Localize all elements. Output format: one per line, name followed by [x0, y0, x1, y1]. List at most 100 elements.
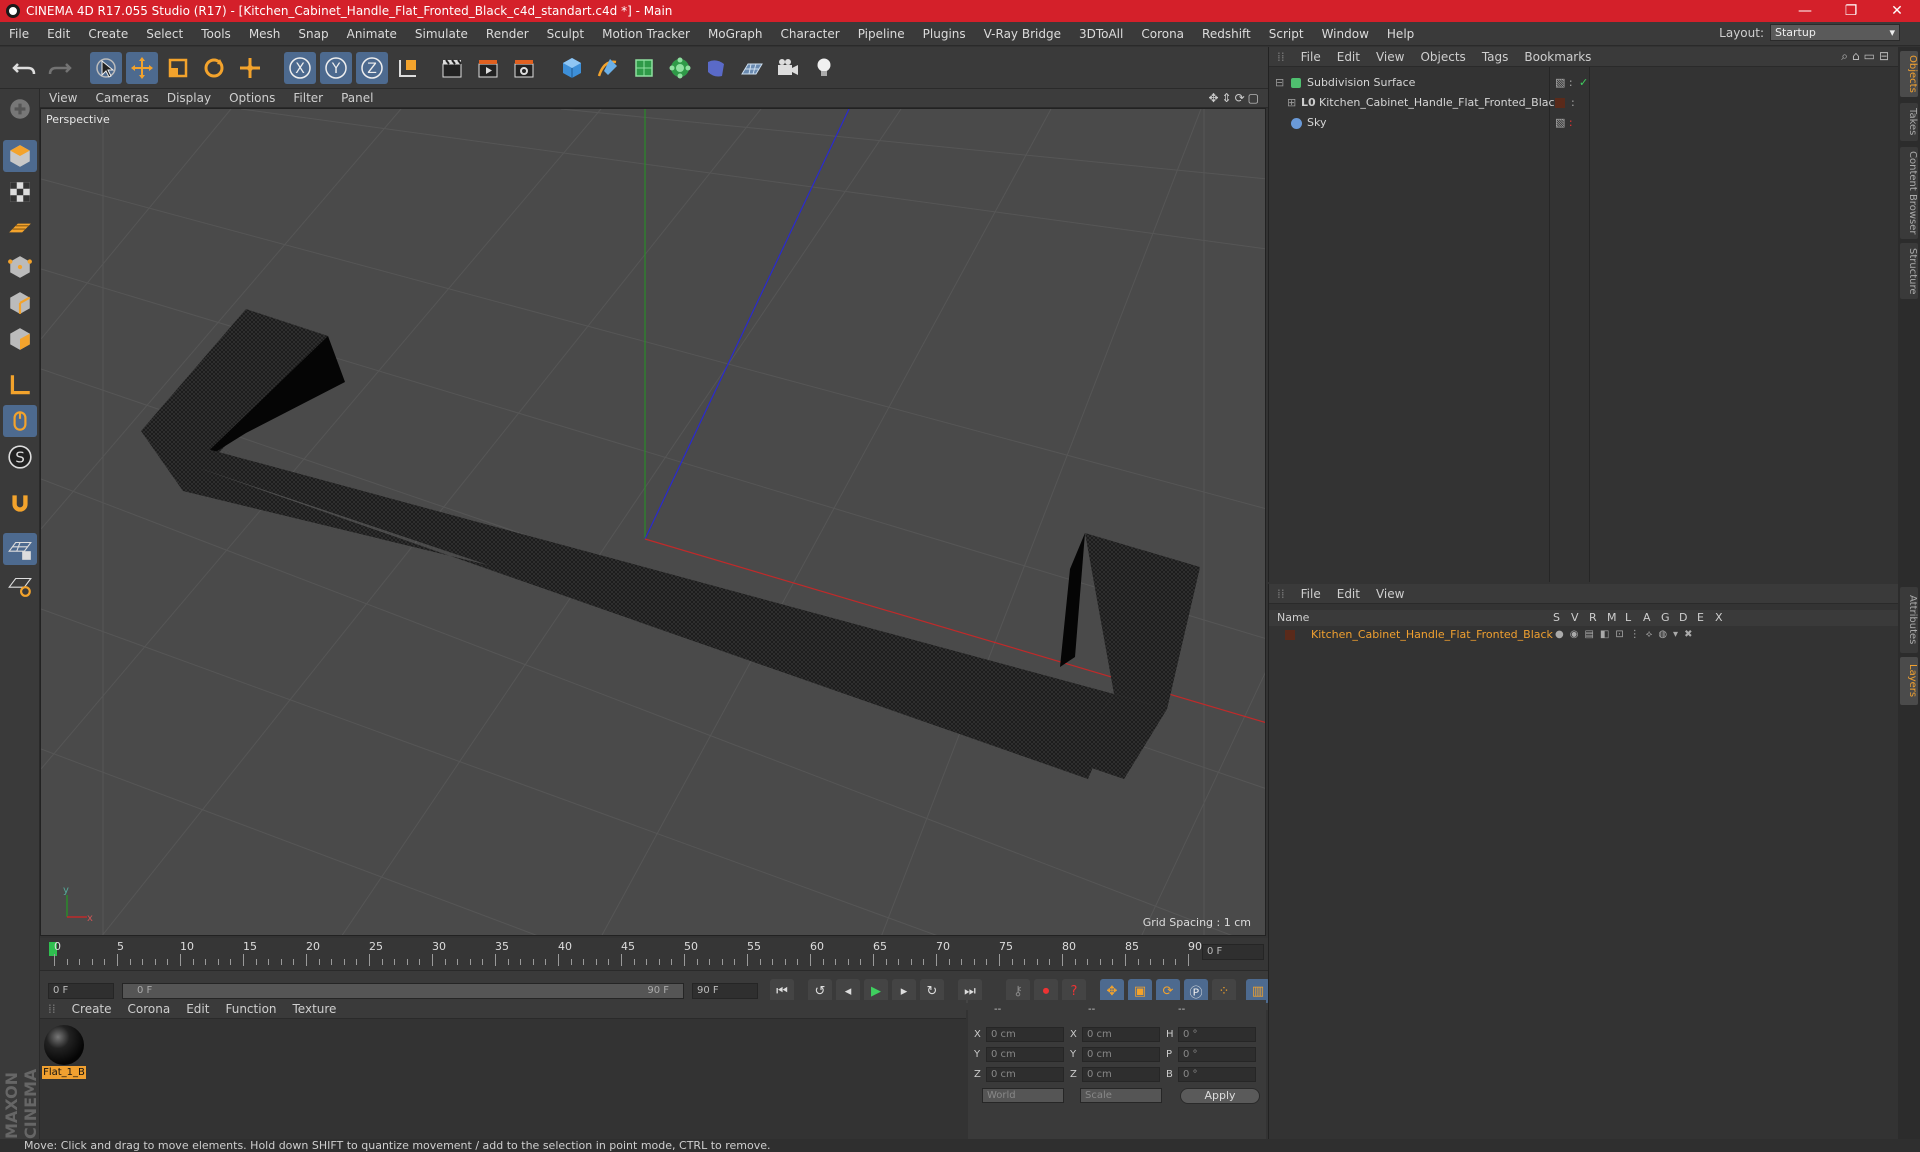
- add-deformer-button[interactable]: [700, 52, 732, 84]
- coordinate-mode-dropdown[interactable]: World: [982, 1088, 1064, 1103]
- object-menu-file[interactable]: File: [1293, 50, 1329, 64]
- workplane-mode-button[interactable]: [3, 212, 37, 244]
- menu-simulate[interactable]: Simulate: [406, 27, 477, 41]
- menu-snap[interactable]: Snap: [289, 27, 337, 41]
- frame-range-slider[interactable]: 0 F 90 F: [122, 983, 684, 999]
- layer-row[interactable]: Kitchen_Cabinet_Handle_Flat_Fronted_Blac…: [1269, 627, 1899, 643]
- render-picture-viewer-button[interactable]: [472, 52, 504, 84]
- column-e[interactable]: E: [1697, 610, 1704, 626]
- menu-redshift[interactable]: Redshift: [1193, 27, 1260, 41]
- perspective-viewport[interactable]: y x Perspective Grid Spacing : 1 cm: [40, 108, 1266, 936]
- enabled-check-icon[interactable]: ✓: [1579, 73, 1588, 93]
- column-d[interactable]: D: [1679, 610, 1687, 626]
- menu-window[interactable]: Window: [1313, 27, 1378, 41]
- material-menu-texture[interactable]: Texture: [285, 1002, 345, 1016]
- menu-mograph[interactable]: MoGraph: [699, 27, 772, 41]
- rotation-p-field[interactable]: 0 °: [1178, 1047, 1256, 1062]
- tree-collapse-icon[interactable]: ⊟: [1275, 73, 1284, 93]
- viewport-menu-display[interactable]: Display: [158, 91, 220, 105]
- snap-button[interactable]: [3, 487, 37, 519]
- menu-create[interactable]: Create: [79, 27, 137, 41]
- object-menu-view[interactable]: View: [1368, 50, 1412, 64]
- object-menu-objects[interactable]: Objects: [1412, 50, 1473, 64]
- layer-color-swatch[interactable]: [1555, 98, 1565, 108]
- texture-mode-button[interactable]: [3, 176, 37, 208]
- layer-menu-view[interactable]: View: [1368, 587, 1412, 601]
- material-menu-edit[interactable]: Edit: [178, 1002, 217, 1016]
- end-frame-field[interactable]: 90 F: [692, 983, 758, 999]
- menu-tools[interactable]: Tools: [192, 27, 240, 41]
- visibility-dots-icon[interactable]: :: [1571, 93, 1575, 113]
- undo-button[interactable]: [8, 52, 40, 84]
- add-light-button[interactable]: [808, 52, 840, 84]
- viewport-menu-panel[interactable]: Panel: [332, 91, 382, 105]
- menu-edit[interactable]: Edit: [38, 27, 79, 41]
- current-frame-field[interactable]: 0 F: [1202, 944, 1264, 960]
- menu-pipeline[interactable]: Pipeline: [849, 27, 914, 41]
- position-x-field[interactable]: 0 cm: [986, 1027, 1064, 1042]
- menu-help[interactable]: Help: [1378, 27, 1423, 41]
- size-mode-dropdown[interactable]: Scale: [1080, 1088, 1162, 1103]
- tweak-mode-button[interactable]: [3, 405, 37, 437]
- layer-color-swatch[interactable]: [1285, 630, 1295, 640]
- z-axis-button[interactable]: Z: [356, 52, 388, 84]
- add-spline-button[interactable]: [592, 52, 624, 84]
- make-editable-button[interactable]: [3, 93, 37, 125]
- object-menu-edit[interactable]: Edit: [1329, 50, 1368, 64]
- model-mode-button[interactable]: [3, 140, 37, 172]
- rotation-h-field[interactable]: 0 °: [1178, 1027, 1256, 1042]
- menu-select[interactable]: Select: [137, 27, 192, 41]
- tree-expand-icon[interactable]: ⊞: [1287, 93, 1296, 113]
- viewport-menu-view[interactable]: View: [40, 91, 86, 105]
- add-subdivision-button[interactable]: [628, 52, 660, 84]
- menu-script[interactable]: Script: [1260, 27, 1313, 41]
- timeline-ruler[interactable]: 0 5 10 15 20 25 30 35 40 45 50 55 60 65 70 75 80 85 90 0 F: [40, 938, 1268, 970]
- column-m[interactable]: M: [1607, 610, 1617, 626]
- rotation-b-field[interactable]: 0 °: [1178, 1067, 1256, 1082]
- material-swatch[interactable]: Flat_1_B: [42, 1024, 86, 1080]
- axis-mode-button[interactable]: [3, 369, 37, 401]
- material-menu-create[interactable]: Create: [64, 1002, 120, 1016]
- workplane-lock-button[interactable]: [3, 533, 37, 565]
- cabinet-handle-model[interactable]: [141, 309, 1200, 779]
- column-x[interactable]: X: [1715, 610, 1723, 626]
- apply-button[interactable]: Apply: [1180, 1088, 1260, 1104]
- viewport-nav-icons[interactable]: ✥⇕⟳▢: [1208, 91, 1262, 105]
- scale-tool-button[interactable]: [162, 52, 194, 84]
- tab-objects[interactable]: Objects: [1900, 51, 1918, 97]
- material-menu-function[interactable]: Function: [217, 1002, 284, 1016]
- live-selection-button[interactable]: [90, 52, 122, 84]
- size-y-field[interactable]: 0 cm: [1082, 1047, 1160, 1062]
- rotate-tool-button[interactable]: [198, 52, 230, 84]
- menu-render[interactable]: Render: [477, 27, 538, 41]
- add-cloner-button[interactable]: [664, 52, 696, 84]
- layout-dropdown[interactable]: Startup: [1770, 24, 1900, 41]
- close-button[interactable]: ✕: [1874, 3, 1920, 19]
- layer-menu-file[interactable]: File: [1293, 587, 1329, 601]
- x-axis-button[interactable]: X: [284, 52, 316, 84]
- edges-mode-button[interactable]: [3, 287, 37, 319]
- object-row-cabinet-handle[interactable]: ⊞ L0 Kitchen_Cabinet_Handle_Flat_Fronted…: [1269, 93, 1899, 113]
- render-settings-button[interactable]: [508, 52, 540, 84]
- tab-layers[interactable]: Layers: [1900, 657, 1918, 705]
- object-row-sky[interactable]: Sky ▧ :: [1269, 113, 1899, 133]
- column-v[interactable]: V: [1571, 610, 1579, 626]
- visibility-dots-icon[interactable]: ▧ :: [1555, 113, 1573, 133]
- column-s[interactable]: S: [1553, 610, 1560, 626]
- position-y-field[interactable]: 0 cm: [986, 1047, 1064, 1062]
- viewport-menu-options[interactable]: Options: [220, 91, 284, 105]
- add-camera-button[interactable]: [772, 52, 804, 84]
- menu-corona[interactable]: Corona: [1132, 27, 1193, 41]
- column-a[interactable]: A: [1643, 610, 1651, 626]
- planar-workplane-button[interactable]: [3, 569, 37, 601]
- redo-button[interactable]: [44, 52, 76, 84]
- menu-character[interactable]: Character: [771, 27, 848, 41]
- menu-sculpt[interactable]: Sculpt: [538, 27, 593, 41]
- menu-animate[interactable]: Animate: [338, 27, 406, 41]
- transform-tool-button[interactable]: [234, 52, 266, 84]
- solo-mode-button[interactable]: S: [3, 441, 37, 473]
- object-menu-bookmarks[interactable]: Bookmarks: [1516, 50, 1599, 64]
- object-manager-tool-icons[interactable]: ⌕⌂▭⊟: [1841, 49, 1893, 64]
- menu-file[interactable]: File: [0, 27, 38, 41]
- object-menu-tags[interactable]: Tags: [1474, 50, 1517, 64]
